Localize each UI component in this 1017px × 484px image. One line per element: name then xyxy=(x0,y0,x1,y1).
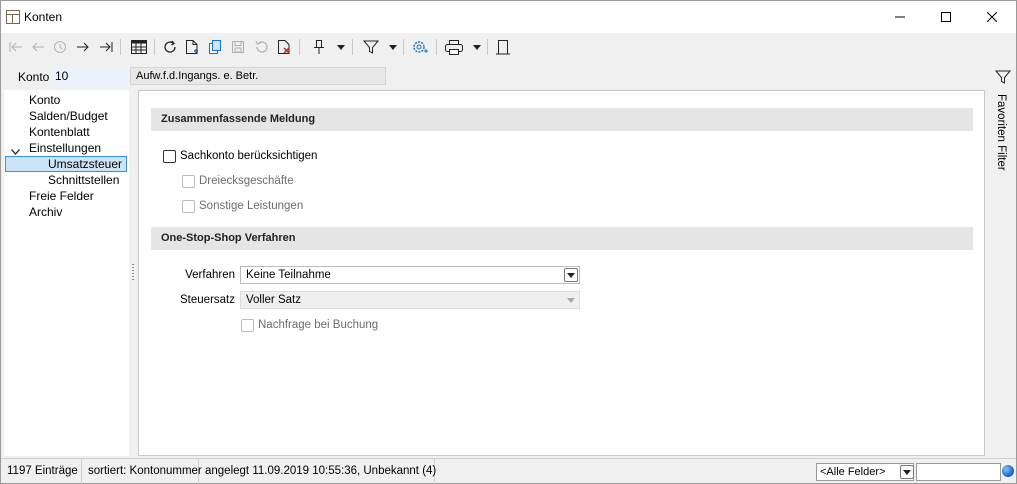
refresh-icon[interactable] xyxy=(161,37,179,57)
toolbar-separator xyxy=(154,39,155,55)
nachfrage-checkbox[interactable] xyxy=(241,319,254,332)
toolbar-separator xyxy=(299,39,300,55)
favoriten-filter-label[interactable]: Favoriten Filter xyxy=(995,94,1007,171)
status-entries-count: 1197 Einträge xyxy=(1,459,82,484)
konto-number-input[interactable] xyxy=(51,67,129,85)
minimize-icon[interactable] xyxy=(877,1,923,33)
nav-item-freie-felder[interactable]: Freie Felder xyxy=(28,188,94,204)
last-record-icon[interactable] xyxy=(97,37,115,57)
settings-icon[interactable] xyxy=(410,37,430,57)
splitter-handle[interactable] xyxy=(132,264,134,280)
new-document-icon[interactable] xyxy=(183,37,201,57)
copy-icon[interactable] xyxy=(206,37,224,57)
history-icon[interactable] xyxy=(51,37,69,57)
status-created-info: angelegt 11.09.2019 10:55:36, Unbekannt … xyxy=(199,459,436,484)
toolbar-separator xyxy=(436,39,437,55)
bookmark-icon[interactable] xyxy=(494,37,512,57)
title-bar: Konten xyxy=(1,1,1016,33)
sonstige-leistungen-checkbox[interactable] xyxy=(182,200,195,213)
previous-record-icon[interactable] xyxy=(29,37,47,57)
undo-icon[interactable] xyxy=(252,37,270,57)
toolbar-separator xyxy=(487,39,488,55)
globe-icon[interactable] xyxy=(1002,465,1014,477)
section-header-zusammenfassende-meldung: Zusammenfassende Meldung xyxy=(151,108,973,131)
first-record-icon[interactable] xyxy=(7,37,25,57)
section-header-one-stop-shop: One-Stop-Shop Verfahren xyxy=(151,227,973,250)
status-sort-order: sortiert: Kontonummer xyxy=(82,459,202,484)
nav-item-schnittstellen[interactable]: Schnittstellen xyxy=(47,172,119,188)
toolbar-separator xyxy=(403,39,404,55)
dreiecksgeschaefte-checkbox[interactable] xyxy=(182,175,195,188)
nachfrage-label: Nachfrage bei Buchung xyxy=(258,319,379,331)
navigation-tree: Konto Salden/Budget Kontenblatt Einstell… xyxy=(4,90,129,456)
steuersatz-select[interactable]: Voller Satz xyxy=(240,291,580,309)
window-title: Konten xyxy=(24,10,63,24)
toolbar xyxy=(1,33,1016,61)
konto-description: Aufw.f.d.Ingangs. e. Betr. xyxy=(130,67,386,85)
delete-icon[interactable] xyxy=(275,37,293,57)
chevron-down-icon[interactable] xyxy=(564,268,578,282)
nav-item-konto[interactable]: Konto xyxy=(28,92,60,108)
toolbar-separator xyxy=(120,39,121,55)
sonstige-leistungen-label: Sonstige Leistungen xyxy=(199,200,304,212)
table-view-icon[interactable] xyxy=(128,37,150,57)
field-select-value: <Alle Felder> xyxy=(820,466,886,478)
dreiecksgeschaefte-label: Dreiecksgeschäfte xyxy=(199,175,294,187)
nav-item-salden-budget[interactable]: Salden/Budget xyxy=(28,108,108,124)
konto-label: Konto xyxy=(18,70,50,84)
steuersatz-value: Voller Satz xyxy=(246,294,301,306)
nav-item-archiv[interactable]: Archiv xyxy=(28,204,62,220)
toolbar-separator xyxy=(352,39,353,55)
verfahren-select[interactable]: Keine Teilnahme xyxy=(240,266,580,284)
nav-item-umsatzsteuer[interactable]: Umsatzsteuer xyxy=(5,156,127,172)
umsatzsteuer-panel: Zusammenfassende Meldung Sachkonto berüc… xyxy=(138,90,985,456)
filter-icon[interactable] xyxy=(994,70,1012,87)
nav-item-kontenblatt[interactable]: Kontenblatt xyxy=(28,124,90,140)
verfahren-label: Verfahren xyxy=(185,269,235,281)
main-window: Konten Konto 10 Aufw.f.d.Ingangs. e. Bet… xyxy=(0,0,1017,484)
sachkonto-label[interactable]: Sachkonto berücksichtigen xyxy=(180,150,317,162)
app-table-icon xyxy=(6,10,20,24)
next-record-icon[interactable] xyxy=(74,37,92,57)
chevron-down-icon xyxy=(567,298,575,303)
filter-icon[interactable] xyxy=(361,37,381,57)
sachkonto-checkbox[interactable] xyxy=(163,150,176,163)
maximize-icon[interactable] xyxy=(923,1,969,33)
status-bar: 1197 Einträge sortiert: Kontonummer ange… xyxy=(1,458,1016,484)
filter-dropdown-icon[interactable] xyxy=(388,37,398,57)
steuersatz-label: Steuersatz xyxy=(180,294,235,306)
print-icon[interactable] xyxy=(443,37,465,57)
chevron-down-icon[interactable] xyxy=(900,465,914,479)
pin-icon[interactable] xyxy=(310,37,328,57)
print-dropdown-icon[interactable] xyxy=(472,37,482,57)
save-icon[interactable] xyxy=(229,37,247,57)
search-input[interactable] xyxy=(916,463,1001,481)
verfahren-value: Keine Teilnahme xyxy=(246,269,331,281)
nav-item-einstellungen[interactable]: Einstellungen xyxy=(28,140,101,156)
close-icon[interactable] xyxy=(969,1,1015,33)
pin-dropdown-icon[interactable] xyxy=(336,37,346,57)
